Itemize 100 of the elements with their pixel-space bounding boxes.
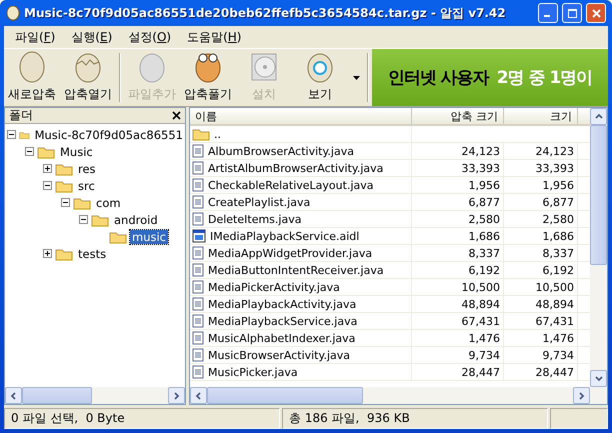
document-icon (192, 365, 204, 379)
table-cell: 6,192 (504, 262, 578, 278)
menu-item[interactable]: 설정(O) (121, 26, 178, 48)
column-header[interactable]: 이름 (190, 108, 412, 124)
file-name[interactable]: MediaPlaybackActivity.java (208, 298, 356, 310)
table-cell: 1,956 (504, 177, 578, 193)
file-name[interactable]: CreatePlaylist.java (208, 196, 310, 208)
file-name[interactable]: MediaAppWidgetProvider.java (208, 246, 372, 260)
vertical-scrollbar[interactable] (590, 108, 607, 387)
folder-icon (73, 196, 91, 210)
folder-icon (55, 246, 73, 260)
table-cell: 8,337 (412, 245, 504, 261)
file-name[interactable]: MediaButtonIntentReceiver.java (208, 264, 384, 276)
close-icon (592, 8, 600, 18)
scrollbar-thumb[interactable] (22, 387, 92, 404)
minimize-button[interactable] (538, 3, 558, 23)
folder-icon (91, 212, 109, 226)
folder-icon (109, 230, 127, 244)
minus-icon (8, 131, 15, 138)
collapse-button[interactable] (61, 198, 70, 207)
table-cell: 6,192 (412, 262, 504, 278)
table-cell: 6,877 (504, 194, 578, 210)
maximize-icon (568, 8, 576, 18)
menu-item[interactable]: 파일(F) (8, 26, 62, 48)
status-section: 총 186 파일, 936 KB (282, 408, 548, 429)
column-header[interactable]: 크기 (504, 108, 578, 124)
collapse-button[interactable] (25, 147, 34, 156)
scroll-down-button[interactable] (590, 370, 607, 387)
folder-tree-item[interactable]: com (94, 196, 123, 210)
scroll-up-button[interactable] (590, 108, 607, 125)
file-name[interactable]: MusicPicker.java (208, 366, 298, 378)
file-name[interactable]: MediaPlaybackService.java (208, 314, 358, 328)
maximize-button[interactable] (562, 3, 582, 23)
minus-icon (80, 216, 87, 223)
horizontal-scrollbar[interactable] (5, 387, 185, 404)
egg-icon (6, 5, 20, 21)
scroll-right-button[interactable] (168, 387, 185, 404)
folder-icon (55, 178, 73, 192)
column-header[interactable]: 압축 크기 (412, 108, 504, 124)
plus-icon (44, 165, 51, 172)
toolbar-button[interactable]: 압축열기 (60, 49, 116, 106)
folder-tree-item[interactable]: Music (58, 144, 95, 158)
folder-tree-item[interactable]: music (130, 230, 168, 244)
document-icon (192, 331, 204, 345)
toolbar-button[interactable]: 보기 (292, 49, 348, 106)
table-cell: 28,447 (504, 364, 578, 380)
table-cell: 9,734 (412, 347, 504, 363)
table-cell: 48,894 (412, 296, 504, 312)
folder-tree-item[interactable]: res (76, 162, 98, 176)
folder-tree-item[interactable]: android (112, 212, 160, 226)
file-name[interactable]: AlbumBrowserActivity.java (208, 144, 354, 158)
expand-button[interactable] (43, 164, 52, 173)
folder-icon (55, 162, 73, 176)
file-name[interactable]: CheckableRelativeLayout.java (208, 178, 374, 192)
folder-tree-item[interactable]: Music-8c70f9d05ac86551 (32, 128, 185, 142)
collapse-button[interactable] (7, 130, 16, 139)
document-icon (192, 297, 204, 311)
table-cell: 67,431 (504, 313, 578, 329)
document-icon (192, 178, 204, 192)
expand-button[interactable] (43, 249, 52, 258)
scrollbar-thumb[interactable] (590, 125, 607, 265)
ad-banner[interactable]: 인터넷 사용자 2명 중 1명이 (372, 49, 608, 106)
file-name[interactable]: .. (214, 128, 221, 140)
table-cell: 67,431 (412, 313, 504, 329)
toolbar-button[interactable]: 새로압축 (4, 49, 60, 106)
collapse-button[interactable] (43, 181, 52, 190)
egg-icon (17, 50, 47, 84)
menu-item[interactable]: 실행(E) (64, 26, 120, 48)
document-icon (192, 161, 204, 175)
close-icon (172, 111, 181, 120)
table-cell: 2,580 (504, 211, 578, 227)
file-name[interactable]: MediaPickerActivity.java (208, 280, 340, 294)
folder-tree-item[interactable]: tests (76, 246, 108, 260)
folder-tree-item[interactable]: src (76, 178, 97, 192)
scroll-left-button[interactable] (190, 387, 207, 404)
table-cell: 6,877 (412, 194, 504, 210)
scrollbar-thumb[interactable] (207, 387, 363, 404)
table-cell: 1,686 (504, 228, 578, 244)
file-name[interactable]: MusicAlphabetIndexer.java (208, 332, 356, 344)
table-cell: 33,393 (412, 160, 504, 176)
scroll-left-button[interactable] (5, 387, 22, 404)
file-name[interactable]: ArtistAlbumBrowserActivity.java (208, 162, 384, 174)
menu-item[interactable]: 도움말(H) (180, 26, 248, 48)
file-name[interactable]: IMediaPlaybackService.aidl (210, 230, 360, 242)
toolbar-button[interactable]: 압축풀기 (180, 49, 236, 106)
status-section: 0 파일 선택, 0 Byte (4, 408, 280, 429)
collapse-button[interactable] (79, 215, 88, 224)
file-name[interactable]: DeleteItems.java (208, 212, 302, 226)
banner-highlight: 2명 중 1명이 (496, 67, 592, 89)
window-file-icon (192, 229, 206, 243)
document-icon (192, 263, 204, 277)
file-name[interactable]: MusicBrowserActivity.java (208, 348, 350, 362)
scroll-right-button[interactable] (573, 387, 590, 404)
table-cell: 24,123 (412, 143, 504, 159)
horizontal-scrollbar[interactable] (190, 387, 607, 404)
document-icon (192, 212, 204, 226)
table-cell: 48,894 (504, 296, 578, 312)
table-cell: 33,393 (504, 160, 578, 176)
close-button[interactable] (172, 111, 181, 120)
table-cell: 8,337 (504, 245, 578, 261)
